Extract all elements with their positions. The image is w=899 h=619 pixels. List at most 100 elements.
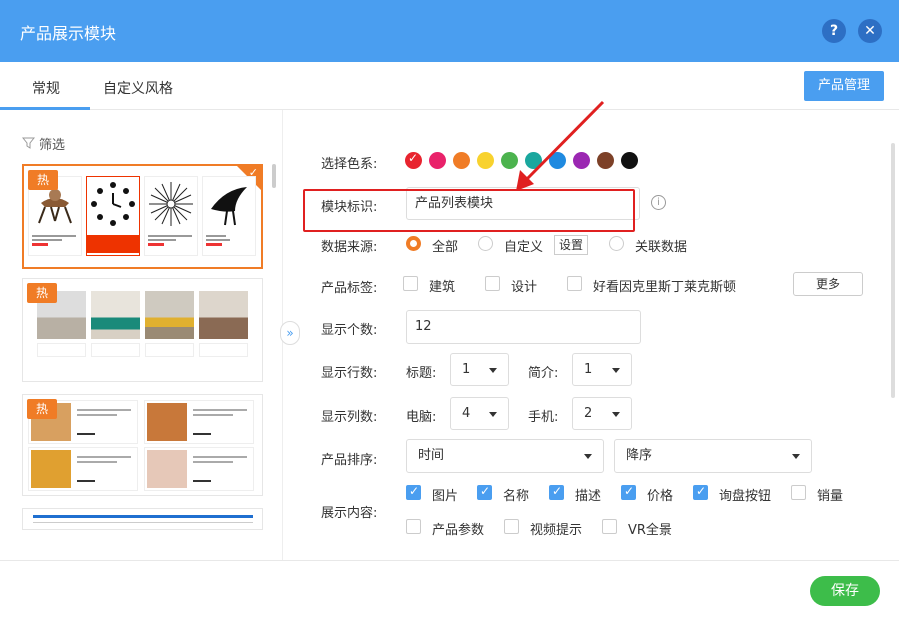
content-inquiry-checkbox[interactable] xyxy=(693,484,708,500)
text-line xyxy=(193,461,233,463)
tab-custom-style[interactable]: 自定义风格 xyxy=(103,78,173,98)
cols-mobile-select[interactable]: 2 xyxy=(572,397,632,430)
info-icon[interactable]: i xyxy=(651,195,666,210)
rows-title-label: 标题: xyxy=(406,366,437,381)
rows-label: 显示行数: xyxy=(321,366,378,381)
tab-bar: 常规 自定义风格 产品管理 xyxy=(0,62,899,110)
sunburst-image xyxy=(147,179,195,229)
room-image xyxy=(199,291,248,339)
sort-order-value: 降序 xyxy=(626,448,653,463)
filter-button[interactable]: 筛选 xyxy=(21,134,66,153)
sort-field-value: 时间 xyxy=(418,448,445,463)
tag-checkbox-3[interactable] xyxy=(567,276,582,291)
hot-badge: 热 xyxy=(28,170,58,190)
save-button[interactable]: 保存 xyxy=(810,576,880,606)
text-line xyxy=(77,456,131,458)
right-scrollbar[interactable] xyxy=(891,143,895,398)
tag-checkbox-1[interactable] xyxy=(403,276,418,291)
color-swatch[interactable] xyxy=(573,152,590,169)
left-scrollbar[interactable] xyxy=(272,164,276,188)
highlight-bar xyxy=(87,235,139,253)
food-image xyxy=(31,450,71,488)
price-mark xyxy=(148,243,164,246)
text-line xyxy=(32,239,62,241)
cols-pc-label: 电脑: xyxy=(406,410,437,425)
sort-field-select[interactable]: 时间 xyxy=(406,439,604,473)
text-line xyxy=(77,409,131,411)
radio-related[interactable] xyxy=(609,236,624,251)
dialog-title: 产品展示模块 xyxy=(20,24,117,43)
tag-label-3: 好看因克里斯丁莱克斯顿 xyxy=(593,280,737,295)
dialog-header: 产品展示模块 ? ✕ xyxy=(0,0,899,62)
color-swatch[interactable] xyxy=(621,152,638,169)
price-mark xyxy=(193,480,211,482)
help-icon[interactable]: ? xyxy=(822,19,846,43)
color-label: 选择色系: xyxy=(321,157,378,172)
sort-order-select[interactable]: 降序 xyxy=(614,439,812,473)
content-sales-checkbox[interactable] xyxy=(791,485,806,500)
text-line xyxy=(206,235,226,237)
hot-badge: 热 xyxy=(27,399,57,419)
chevron-down-icon xyxy=(489,411,497,417)
hot-badge: 热 xyxy=(27,283,57,303)
content-image-label: 图片 xyxy=(432,489,459,504)
chevron-down-icon xyxy=(584,454,592,459)
text-line xyxy=(193,456,247,458)
content-desc-checkbox[interactable] xyxy=(549,484,564,500)
sort-label: 产品排序: xyxy=(321,453,378,468)
tag-checkbox-2[interactable] xyxy=(485,276,500,291)
radio-custom-label: 自定义 xyxy=(504,240,544,255)
more-tags-button[interactable]: 更多 xyxy=(793,272,863,296)
template-card-2[interactable]: 热 xyxy=(22,278,263,382)
collapse-toggle[interactable]: » xyxy=(280,321,300,345)
rows-title-value: 1 xyxy=(462,362,471,377)
color-swatch[interactable] xyxy=(501,152,518,169)
template-card-3[interactable]: 热 xyxy=(22,394,263,496)
tag-label-1: 建筑 xyxy=(429,280,456,295)
room-image xyxy=(91,291,140,339)
content-price-checkbox[interactable] xyxy=(621,484,636,500)
price-mark xyxy=(77,480,95,482)
content-video-checkbox[interactable] xyxy=(504,519,519,534)
color-swatch[interactable] xyxy=(429,152,446,169)
caption-box xyxy=(199,343,248,357)
product-manage-button[interactable]: 产品管理 xyxy=(804,71,884,101)
template-card-4[interactable] xyxy=(22,508,263,530)
color-swatch[interactable] xyxy=(525,152,542,169)
chevron-down-icon xyxy=(612,367,620,373)
cols-pc-value: 4 xyxy=(462,406,471,421)
count-input[interactable]: 12 xyxy=(406,310,641,344)
color-swatch[interactable] xyxy=(453,152,470,169)
color-swatch[interactable] xyxy=(597,152,614,169)
caption-box xyxy=(145,343,194,357)
color-swatch[interactable] xyxy=(405,151,422,169)
content-image-checkbox[interactable] xyxy=(406,484,421,500)
rows-brief-select[interactable]: 1 xyxy=(572,353,632,386)
content-params-checkbox[interactable] xyxy=(406,519,421,534)
clock-image xyxy=(89,179,137,229)
table-header-bar xyxy=(33,515,253,518)
content-vr-label: VR全景 xyxy=(628,523,672,538)
close-icon[interactable]: ✕ xyxy=(858,19,882,43)
tag-label-2: 设计 xyxy=(511,280,538,295)
cols-label: 显示列数: xyxy=(321,410,378,425)
filter-label: 筛选 xyxy=(39,138,66,153)
text-line xyxy=(148,235,192,237)
content-vr-checkbox[interactable] xyxy=(602,519,617,534)
count-label: 显示个数: xyxy=(321,323,378,338)
product-thumb xyxy=(144,176,198,256)
chevron-down-icon xyxy=(612,411,620,417)
tab-general[interactable]: 常规 xyxy=(32,78,60,98)
radio-custom[interactable] xyxy=(478,236,493,251)
cols-pc-select[interactable]: 4 xyxy=(450,397,509,430)
radio-all[interactable] xyxy=(406,236,421,251)
price-mark xyxy=(193,433,211,435)
settings-button[interactable]: 设置 xyxy=(554,235,588,255)
text-line xyxy=(32,235,76,237)
content-name-checkbox[interactable] xyxy=(477,484,492,500)
rows-title-select[interactable]: 1 xyxy=(450,353,509,386)
chevron-down-icon xyxy=(792,454,800,459)
template-card-1[interactable]: 热 ✓ xyxy=(22,164,263,269)
color-swatch[interactable] xyxy=(549,152,566,169)
color-swatch[interactable] xyxy=(477,152,494,169)
